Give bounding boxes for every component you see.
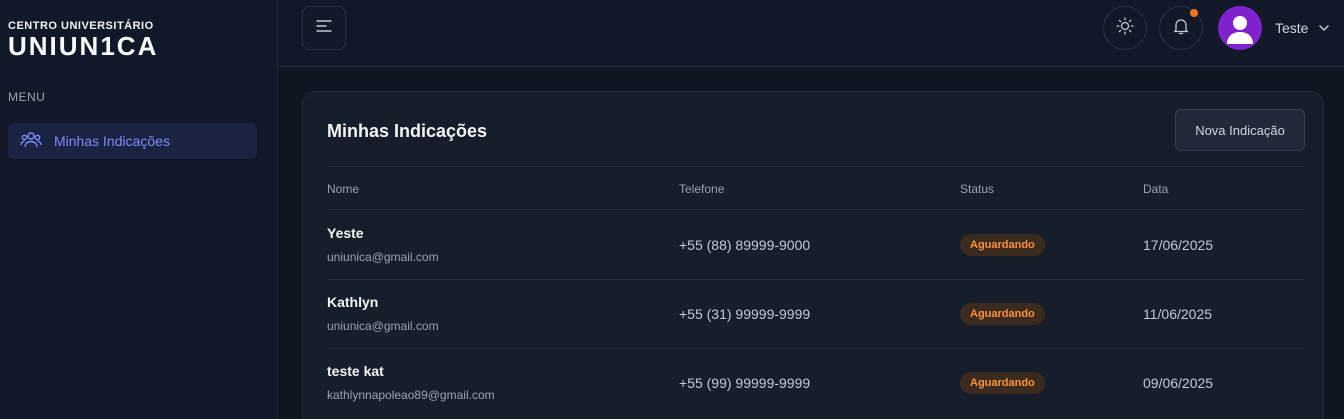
- user-name[interactable]: Teste: [1275, 20, 1308, 36]
- row-email: uniunica@gmail.com: [327, 319, 439, 333]
- column-header-date: Data: [1143, 182, 1169, 196]
- divider: [327, 279, 1305, 280]
- row-date: 17/06/2025: [1143, 237, 1214, 253]
- row-name: Kathlyn: [327, 294, 379, 310]
- divider: [327, 348, 1305, 349]
- top-header: Teste: [278, 0, 1344, 67]
- menu-label: MENU: [8, 90, 46, 104]
- sidebar-item-minhas-indicacoes[interactable]: Minhas Indicações: [8, 123, 257, 159]
- row-date: 11/06/2025: [1143, 306, 1213, 322]
- bell-icon: [1172, 17, 1190, 40]
- notifications-button[interactable]: [1159, 6, 1203, 50]
- theme-toggle-button[interactable]: [1103, 6, 1147, 50]
- status-badge: Aguardando: [960, 303, 1045, 325]
- user-avatar-icon: [1227, 16, 1253, 44]
- sidebar-item-label: Minhas Indicações: [54, 133, 170, 149]
- new-referral-button[interactable]: Nova Indicação: [1175, 109, 1305, 151]
- status-badge: Aguardando: [960, 234, 1045, 256]
- column-header-name: Nome: [327, 182, 360, 196]
- avatar[interactable]: [1218, 6, 1262, 50]
- row-phone: +55 (99) 99999-9999: [679, 375, 811, 391]
- row-phone: +55 (31) 99999-9999: [679, 306, 811, 322]
- divider: [327, 209, 1305, 210]
- column-header-status: Status: [960, 182, 995, 196]
- menu-toggle-button[interactable]: [302, 6, 346, 50]
- row-name: Yeste: [327, 225, 364, 241]
- row-email: uniunica@gmail.com: [327, 250, 439, 264]
- page-title: Minhas Indicações: [327, 121, 488, 141]
- column-header-phone: Telefone: [679, 182, 725, 196]
- chevron-down-icon[interactable]: [1318, 21, 1330, 39]
- row-date: 09/06/2025: [1143, 375, 1214, 391]
- logo-name: UNIUN1CA: [8, 31, 159, 61]
- referrals-card: Minhas Indicações Nova Indicação Nome Te…: [302, 91, 1324, 419]
- row-email: kathlynnapoleao89@gmail.com: [327, 388, 495, 402]
- row-phone: +55 (88) 89999-9000: [679, 237, 811, 253]
- row-name: teste kat: [327, 363, 384, 379]
- logo: CENTRO UNIVERSITÁRIO UNIUN1CA: [8, 20, 158, 59]
- status-badge: Aguardando: [960, 372, 1045, 394]
- users-icon: [20, 131, 42, 152]
- notification-dot: [1190, 9, 1198, 17]
- sidebar: CENTRO UNIVERSITÁRIO UNIUN1CA MENU Minha…: [0, 0, 278, 419]
- menu-icon: [316, 19, 332, 37]
- divider: [327, 166, 1305, 167]
- sun-icon: [1116, 16, 1134, 40]
